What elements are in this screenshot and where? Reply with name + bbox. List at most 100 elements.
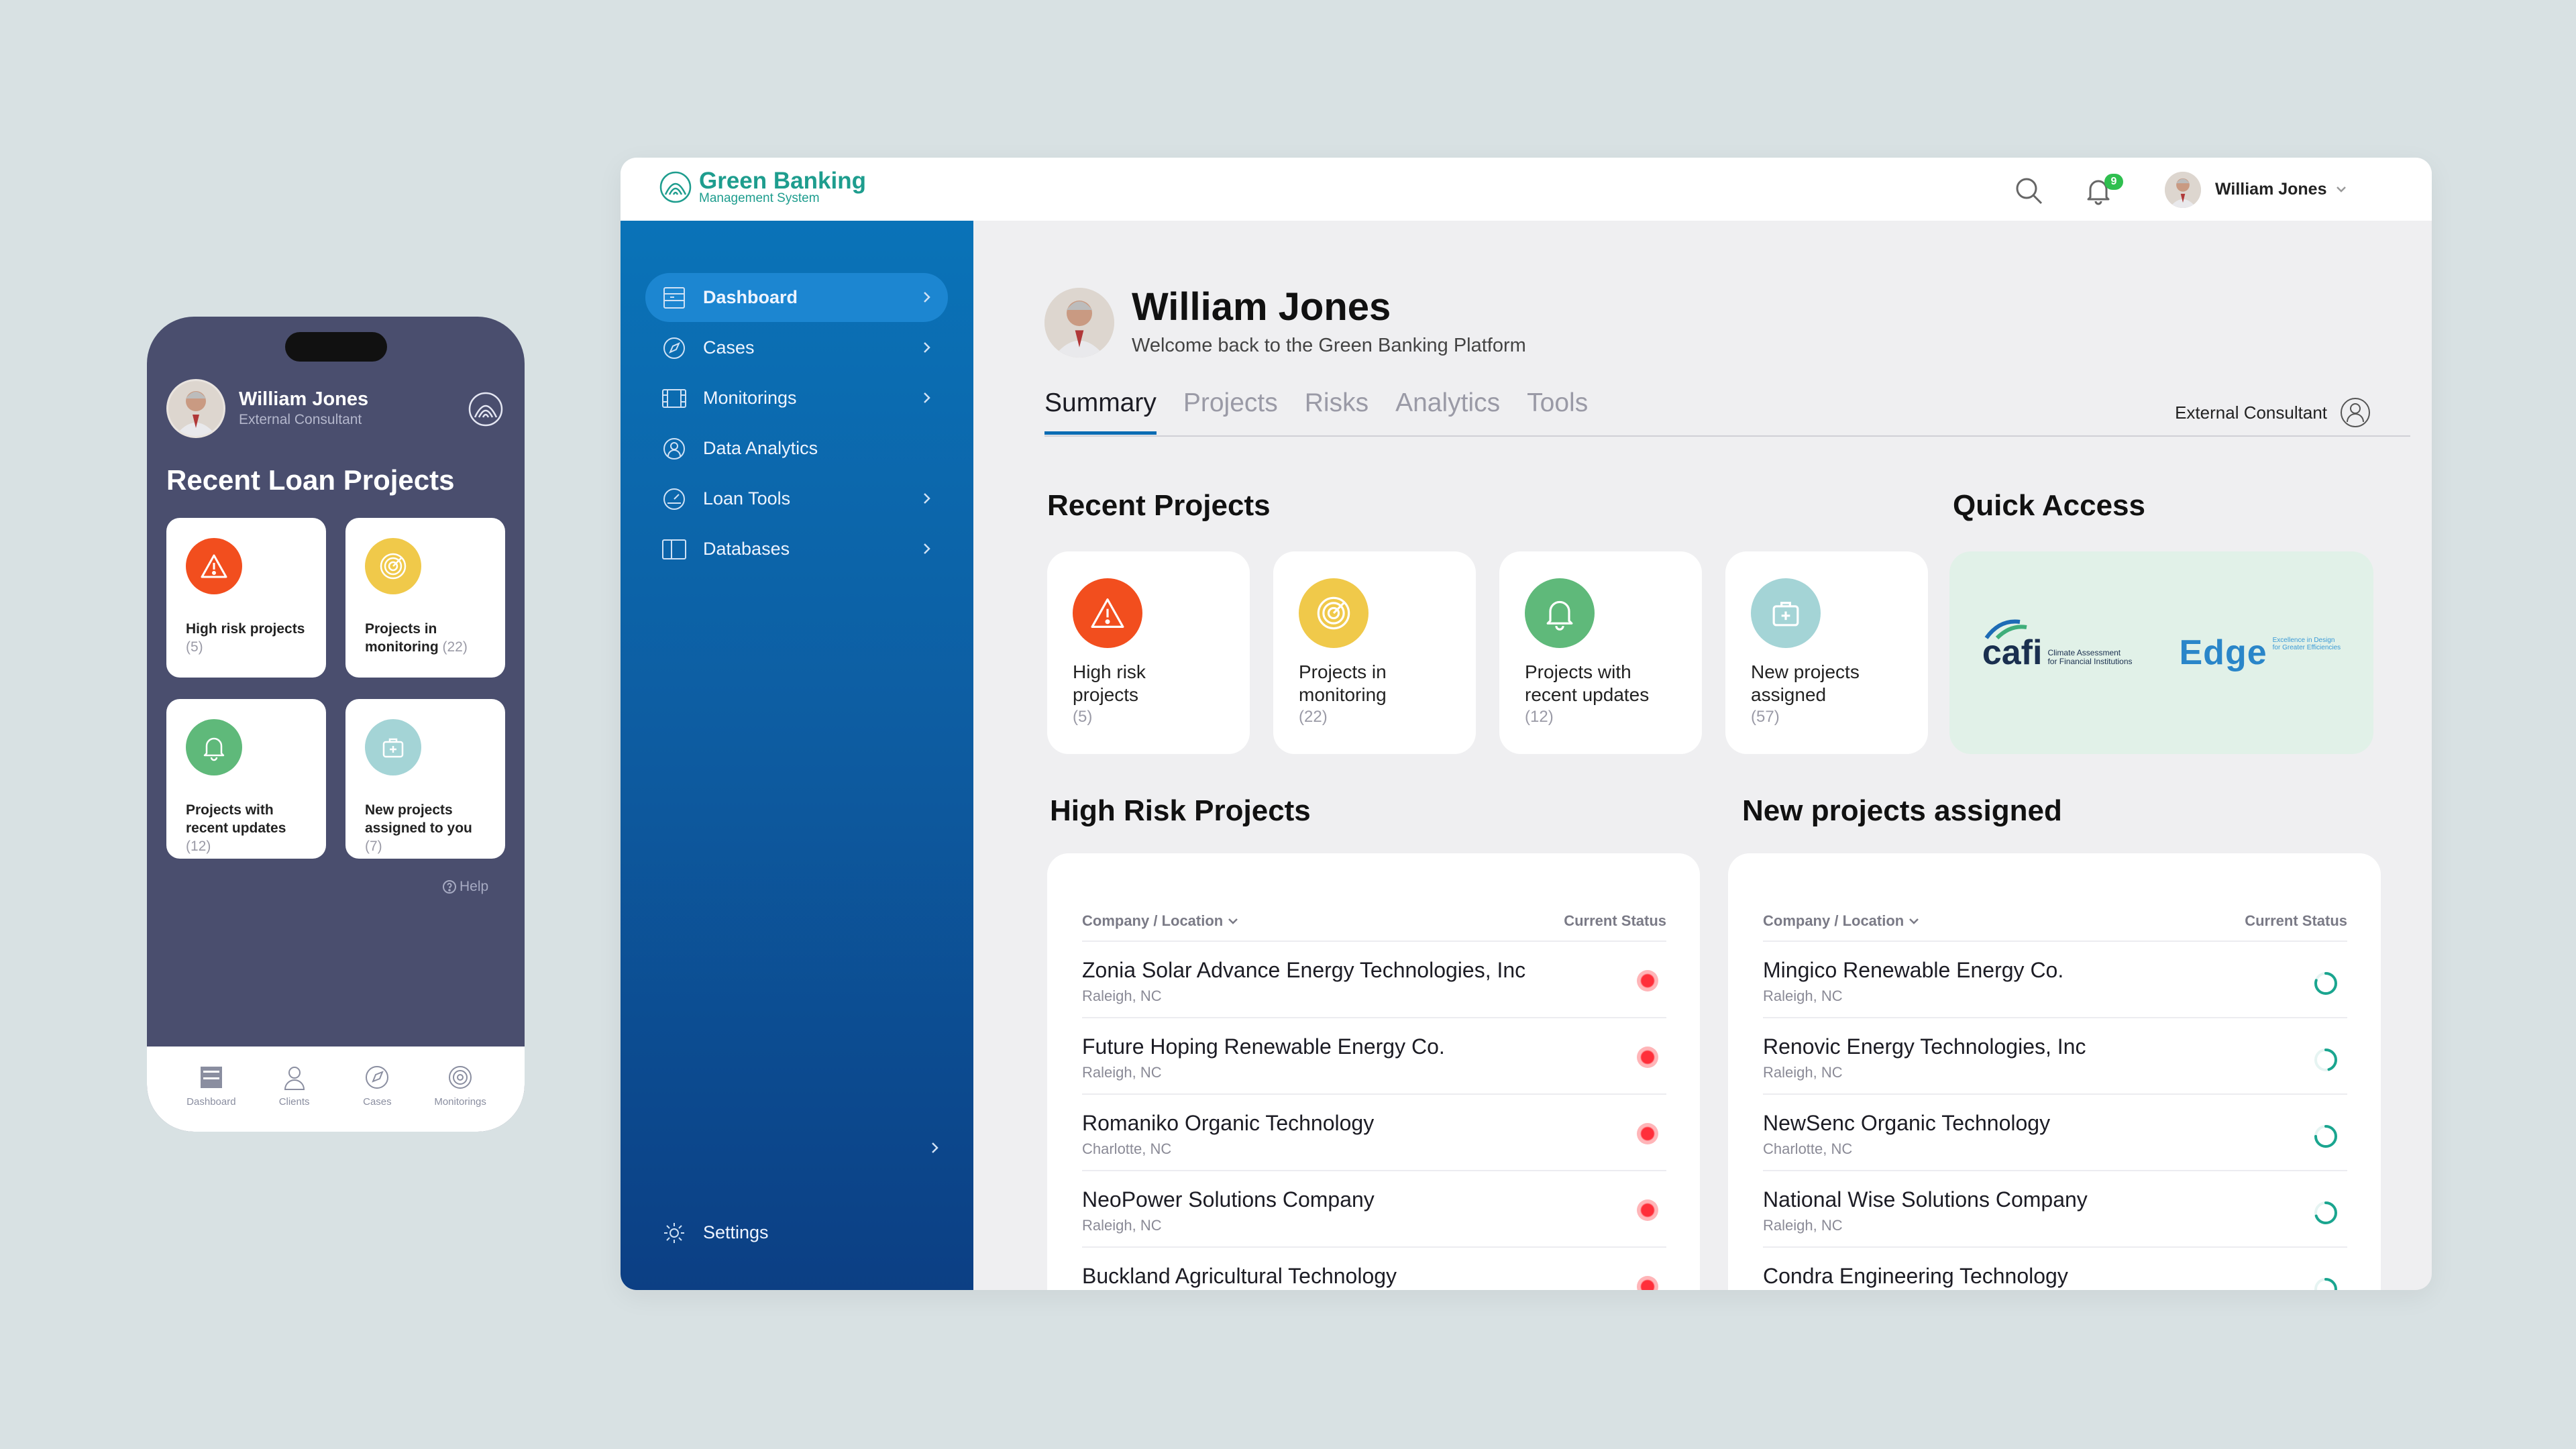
brand-title: Green Banking xyxy=(699,168,866,194)
brand[interactable]: Green Banking Management System xyxy=(659,168,866,205)
table-row[interactable]: Romaniko Organic Technology Charlotte, N… xyxy=(1082,1093,1666,1170)
table-row[interactable]: Future Hoping Renewable Energy Co. Ralei… xyxy=(1082,1017,1666,1093)
company-location: Raleigh, NC xyxy=(1763,1217,1843,1234)
table-header: Company / Location Current Status xyxy=(1082,912,1666,930)
company-location-sort[interactable]: Company / Location xyxy=(1763,912,1920,930)
chevron-right-icon xyxy=(918,541,934,561)
phone-nav-dashboard[interactable]: Dashboard xyxy=(178,1046,245,1132)
table-row[interactable]: NewSenc Organic Technology Charlotte, NC xyxy=(1763,1093,2347,1170)
sidebar-item-label: Databases xyxy=(703,539,790,559)
recent-card-new-assigned[interactable]: New projects assigned (57) xyxy=(1725,551,1928,754)
cafi-logo-link[interactable]: cafi Climate Assessment for Financial In… xyxy=(1982,619,2133,673)
recent-card-updates[interactable]: Projects with recent updates (12) xyxy=(1499,551,1702,754)
card-label-line1: Projects in xyxy=(1299,661,1387,682)
cafi-logo-subtitle: for Financial Institutions xyxy=(2047,657,2133,666)
notification-badge: 9 xyxy=(2104,174,2123,190)
main-content: William Jones Welcome back to the Green … xyxy=(973,221,2432,1290)
chevron-down-icon xyxy=(1909,918,1919,924)
tab-bar: Summary Projects Risks Analytics Tools xyxy=(1044,388,1588,435)
sidebar-item-cases[interactable]: Cases xyxy=(645,323,948,372)
compass-icon xyxy=(661,335,687,361)
user-role: External Consultant xyxy=(239,412,362,427)
tab-tools[interactable]: Tools xyxy=(1527,388,1588,435)
card-label: Projects with recent updates xyxy=(186,802,286,836)
table-row[interactable]: National Wise Solutions Company Raleigh,… xyxy=(1763,1170,2347,1246)
tab-analytics[interactable]: Analytics xyxy=(1395,388,1500,435)
company-name: Renovic Energy Technologies, Inc xyxy=(1763,1034,2086,1059)
avatar xyxy=(1044,288,1114,358)
gear-icon xyxy=(661,1220,687,1246)
role-indicator[interactable]: External Consultant xyxy=(2175,396,2371,429)
high-risk-title: High Risk Projects xyxy=(1050,794,1311,827)
sidebar-item-settings[interactable]: Settings xyxy=(645,1208,948,1257)
recent-projects-title: Recent Projects xyxy=(1047,489,1271,522)
avatar[interactable] xyxy=(166,379,225,438)
table-header: Company / Location Current Status xyxy=(1763,912,2347,930)
recent-card-high-risk[interactable]: High risk projects (5) xyxy=(1047,551,1250,754)
high-risk-status-dot xyxy=(1637,1046,1658,1068)
nav-label: Monitorings xyxy=(434,1096,486,1108)
phone-card-updates[interactable]: Projects with recent updates (12) xyxy=(166,699,326,859)
company-name: NeoPower Solutions Company xyxy=(1082,1187,1375,1212)
nav-label: Cases xyxy=(363,1096,392,1108)
progress-ring-icon xyxy=(2314,1125,2337,1148)
edge-logo-subtitle: for Greater Efficiencies xyxy=(2272,644,2341,651)
table-row[interactable]: Renovic Energy Technologies, Inc Raleigh… xyxy=(1763,1017,2347,1093)
company-location: Raleigh, NC xyxy=(1763,987,1843,1004)
user-menu-name[interactable]: William Jones xyxy=(2215,180,2327,199)
sidebar-item-label: Loan Tools xyxy=(703,488,791,508)
person-circle-icon xyxy=(661,436,687,462)
company-name: Condra Engineering Technology xyxy=(1763,1264,2068,1288)
sidebar-item-label: Dashboard xyxy=(703,287,798,307)
company-name: National Wise Solutions Company xyxy=(1763,1187,2088,1212)
avatar[interactable] xyxy=(2165,172,2201,208)
recent-card-monitoring[interactable]: Projects in monitoring (22) xyxy=(1273,551,1476,754)
phone-card-monitoring[interactable]: Projects in monitoring (22) xyxy=(345,518,505,678)
company-location-sort[interactable]: Company / Location xyxy=(1082,912,1239,930)
phone-card-high-risk[interactable]: High risk projects (5) xyxy=(166,518,326,678)
help-link[interactable]: Help xyxy=(442,879,488,895)
column-header: Company / Location xyxy=(1763,912,1904,929)
column-header: Company / Location xyxy=(1082,912,1224,929)
phone-nav-clients[interactable]: Clients xyxy=(261,1046,328,1132)
company-name: Zonia Solar Advance Energy Technologies,… xyxy=(1082,958,1526,982)
table-row[interactable]: Zonia Solar Advance Energy Technologies,… xyxy=(1082,941,1666,1017)
high-risk-status-dot xyxy=(1637,1199,1658,1221)
edge-logo-text: Edge xyxy=(2179,633,2267,672)
user-circle-icon xyxy=(2341,398,2370,427)
sidebar-item-monitorings[interactable]: Monitorings xyxy=(645,374,948,423)
table-row[interactable]: NeoPower Solutions Company Raleigh, NC xyxy=(1082,1170,1666,1246)
table-row[interactable]: Buckland Agricultural Technology xyxy=(1082,1246,1666,1290)
company-location: Raleigh, NC xyxy=(1082,987,1162,1004)
chevron-down-icon[interactable] xyxy=(2334,182,2349,200)
sidebar-item-loan-tools[interactable]: Loan Tools xyxy=(645,474,948,523)
compass-icon xyxy=(366,1066,389,1089)
sidebar-item-databases[interactable]: Databases xyxy=(645,525,948,574)
table-row[interactable]: Condra Engineering Technology xyxy=(1763,1246,2347,1290)
phone-card-new-assigned[interactable]: New projects assigned to you (7) xyxy=(345,699,505,859)
sidebar-item-label: Data Analytics xyxy=(703,438,818,458)
chevron-right-icon[interactable] xyxy=(926,1140,943,1159)
tab-risks[interactable]: Risks xyxy=(1305,388,1368,435)
card-count: (12) xyxy=(186,839,211,854)
book-icon xyxy=(661,537,687,562)
phone-nav-cases[interactable]: Cases xyxy=(343,1046,411,1132)
role-label: External Consultant xyxy=(2175,402,2327,423)
sidebar-item-data-analytics[interactable]: Data Analytics xyxy=(645,424,948,473)
tab-summary[interactable]: Summary xyxy=(1044,388,1157,435)
card-label-line2: projects xyxy=(1073,684,1139,705)
table-row[interactable]: Mingico Renewable Energy Co. Raleigh, NC xyxy=(1763,941,2347,1017)
edge-logo-link[interactable]: Edge Excellence in Design for Greater Ef… xyxy=(2180,633,2341,673)
company-location: Raleigh, NC xyxy=(1763,1064,1843,1081)
phone-user-info: William Jones External Consultant xyxy=(239,388,368,428)
desktop-app: Green Banking Management System 9 Willia… xyxy=(621,158,2432,1290)
search-icon[interactable] xyxy=(2013,175,2044,209)
chevron-right-icon xyxy=(918,339,934,360)
tab-projects[interactable]: Projects xyxy=(1183,388,1278,435)
sidebar-item-dashboard[interactable]: Dashboard xyxy=(645,273,948,322)
column-header: Current Status xyxy=(1564,912,1666,929)
card-count: (7) xyxy=(365,839,382,854)
company-location: Raleigh, NC xyxy=(1082,1064,1162,1081)
phone-nav-monitorings[interactable]: Monitorings xyxy=(427,1046,494,1132)
help-label: Help xyxy=(460,879,489,894)
